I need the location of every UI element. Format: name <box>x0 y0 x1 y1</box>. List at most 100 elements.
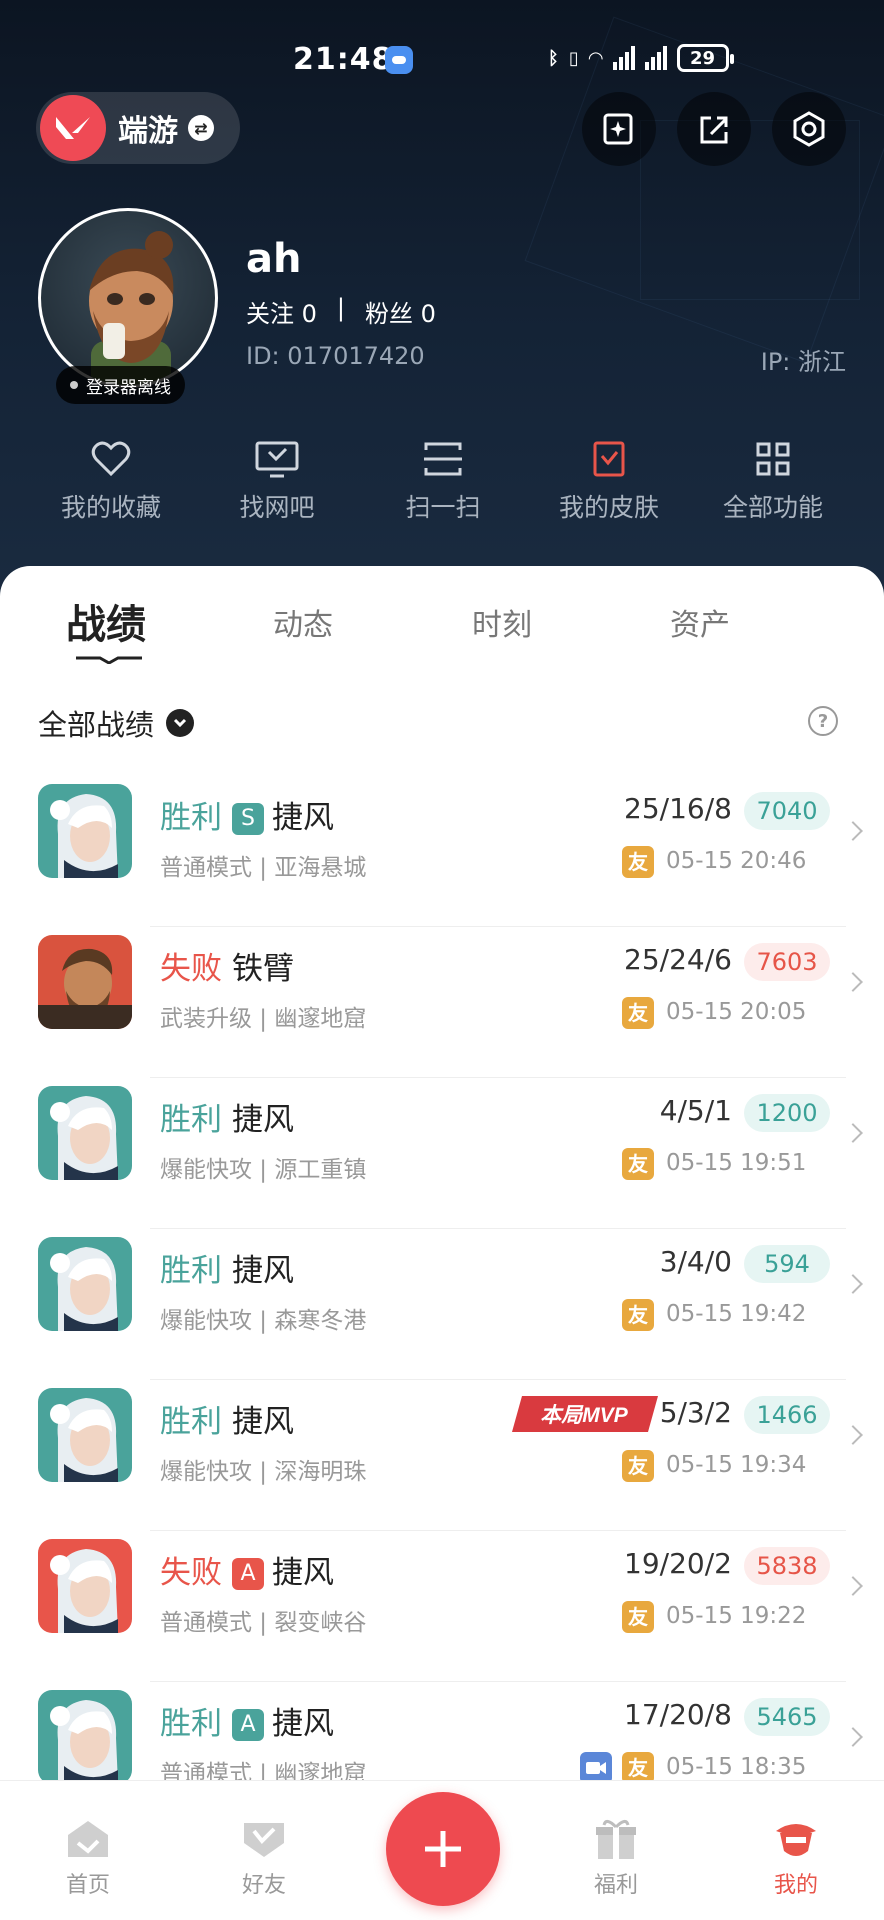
follow-stats: 关注 0 | 粉丝 0 <box>246 294 436 329</box>
settings-icon <box>793 111 825 147</box>
tab-activity[interactable]: 动态 <box>273 600 333 644</box>
tab-record[interactable]: 战绩 <box>66 592 146 650</box>
sparkle-card-icon <box>603 113 633 145</box>
signal-4g-icon <box>612 46 635 70</box>
share-button[interactable] <box>677 92 751 166</box>
chevron-down-icon <box>166 709 195 737</box>
agent-name: 捷风 <box>272 1706 334 1742</box>
match-title: 胜利 捷风 <box>160 1396 294 1441</box>
friend-tag: 友 <box>622 1299 654 1331</box>
match-mode-map: 武装升级 | 幽邃地窟 <box>160 1006 367 1032</box>
tab-assets[interactable]: 资产 <box>670 600 730 644</box>
match-time: 05-15 20:46 <box>666 848 807 874</box>
system-indicators: ᛒ ▯ ◠ 29 <box>548 44 734 72</box>
skin-icon <box>593 441 625 477</box>
offline-dot-icon <box>70 381 78 389</box>
match-time: 05-15 19:51 <box>666 1150 807 1176</box>
sparkle-card-button[interactable] <box>582 92 656 166</box>
follow-divider: | <box>336 294 345 322</box>
match-result: 胜利 <box>160 1404 222 1440</box>
match-mode-map: 普通模式 | 裂变峡谷 <box>160 1610 367 1636</box>
function-find-cafe[interactable]: 找网吧 <box>202 440 352 524</box>
match-title: 胜利 S 捷风 <box>160 792 334 837</box>
avatar-illustration <box>89 231 174 385</box>
match-title: 胜利 捷风 <box>160 1245 294 1290</box>
content-sheet: 战绩 动态 时刻 资产 全部战绩 ? 胜利 S 捷风 普通模式 | 亚海悬城 25/16… <box>0 566 884 1920</box>
chevron-right-icon <box>843 972 863 992</box>
profile-header: 21:48 ᛒ ▯ ◠ 29 端游 ⇄ 登录器离线 ah 关注 0 | 粉丝 0… <box>0 0 884 600</box>
match-row[interactable]: 失败 A 捷风 普通模式 | 裂变峡谷 19/20/2 5838 友 05-15 19:22 <box>0 1531 884 1682</box>
agent-name: 捷风 <box>232 1102 294 1138</box>
combat-score: 5838 <box>744 1547 830 1585</box>
nav-label: 首页 <box>65 1873 110 1898</box>
combat-score: 7603 <box>744 943 830 981</box>
combat-score: 5465 <box>744 1698 830 1736</box>
help-icon[interactable]: ? <box>808 706 838 736</box>
match-mode-map: 爆能快攻 | 深海明珠 <box>160 1459 367 1485</box>
kda: 17/20/8 <box>624 1698 732 1731</box>
match-result: 胜利 <box>160 1706 222 1742</box>
match-row[interactable]: 胜利 S 捷风 普通模式 | 亚海悬城 25/16/8 7040 友 05-15 20:46 <box>0 776 884 927</box>
match-result: 胜利 <box>160 1253 222 1289</box>
match-mode-map: 爆能快攻 | 森寒冬港 <box>160 1308 367 1334</box>
launcher-status-text: 登录器离线 <box>86 377 171 398</box>
user-id: ID: 017017420 <box>246 342 425 370</box>
match-title: 胜利 A 捷风 <box>160 1698 334 1743</box>
function-label: 扫一扫 <box>405 493 481 522</box>
match-title: 胜利 捷风 <box>160 1094 294 1139</box>
match-time: 05-15 20:05 <box>666 999 807 1025</box>
combat-score: 1200 <box>744 1094 830 1132</box>
user-avatar[interactable] <box>38 208 218 388</box>
function-my-skins[interactable]: 我的皮肤 <box>534 440 684 524</box>
scan-icon <box>424 442 462 476</box>
match-row[interactable]: 胜利 捷风爆能快攻 | 森寒冬港 3/4/0 594 友 05-15 19:42 <box>0 1229 884 1380</box>
record-filter-dropdown[interactable]: 全部战绩 <box>38 702 195 744</box>
kda: 5/3/2 <box>659 1396 732 1429</box>
match-title: 失败 铁臂 <box>160 943 294 988</box>
active-tab-indicator <box>76 656 142 664</box>
following-count[interactable]: 关注 0 <box>246 294 317 329</box>
function-all[interactable]: 全部功能 <box>698 440 848 524</box>
agent-portrait <box>38 1388 132 1482</box>
kda: 3/4/0 <box>659 1245 732 1278</box>
filter-label: 全部战绩 <box>38 708 155 742</box>
nav-label: 好友 <box>241 1873 286 1898</box>
kda: 4/5/1 <box>659 1094 732 1127</box>
tab-moments[interactable]: 时刻 <box>472 600 532 644</box>
mvp-badge-text: 本局MVP <box>540 1403 628 1427</box>
nav-profile[interactable]: 我的 <box>736 1817 856 1899</box>
function-label: 我的皮肤 <box>558 493 659 522</box>
nav-friends[interactable]: 好友 <box>204 1817 324 1899</box>
chevron-right-icon <box>843 1274 863 1294</box>
function-favorites[interactable]: 我的收藏 <box>36 440 186 524</box>
create-post-button[interactable] <box>386 1792 500 1906</box>
function-label: 找网吧 <box>239 493 315 522</box>
combat-score: 594 <box>744 1245 830 1283</box>
agent-portrait <box>38 1690 132 1784</box>
mvp-badge: 本局MVP <box>512 1396 658 1432</box>
function-scan[interactable]: 扫一扫 <box>368 440 518 524</box>
match-row[interactable]: 胜利 捷风 爆能快攻 | 源工重镇 4/5/1 1200 友 05-15 19:51 <box>0 1078 884 1229</box>
match-time: 05-15 19:34 <box>666 1452 807 1478</box>
followers-count[interactable]: 粉丝 0 <box>365 294 436 329</box>
friend-tag: 友 <box>622 997 654 1029</box>
agent-portrait <box>38 935 132 1029</box>
nav-label: 福利 <box>593 1873 638 1898</box>
friend-tag: 友 <box>622 1450 654 1482</box>
settings-button[interactable] <box>772 92 846 166</box>
account-switcher[interactable]: 端游 ⇄ <box>36 92 240 164</box>
match-row[interactable]: 胜利 捷风 爆能快攻 | 深海明珠 本局MVP 5/3/2 1466 友 05-15 19:3… <box>0 1380 884 1531</box>
agent-name: 铁臂 <box>232 951 294 987</box>
friends-icon <box>244 1823 284 1857</box>
nav-welfare[interactable]: 福利 <box>556 1817 676 1899</box>
match-row[interactable]: 失败 铁臂 武装升级 | 幽邃地窟 25/24/6 7603 友 05-15 20:05 <box>0 927 884 1078</box>
home-icon <box>68 1821 108 1857</box>
combat-score: 7040 <box>744 792 830 830</box>
gift-icon <box>596 1820 636 1859</box>
match-time: 05-15 19:42 <box>666 1301 807 1327</box>
nav-home[interactable]: 首页 <box>28 1817 148 1899</box>
friend-tag: 友 <box>622 846 654 878</box>
match-time: 05-15 19:22 <box>666 1603 807 1629</box>
function-label: 我的收藏 <box>60 493 161 522</box>
heart-icon <box>91 441 131 477</box>
